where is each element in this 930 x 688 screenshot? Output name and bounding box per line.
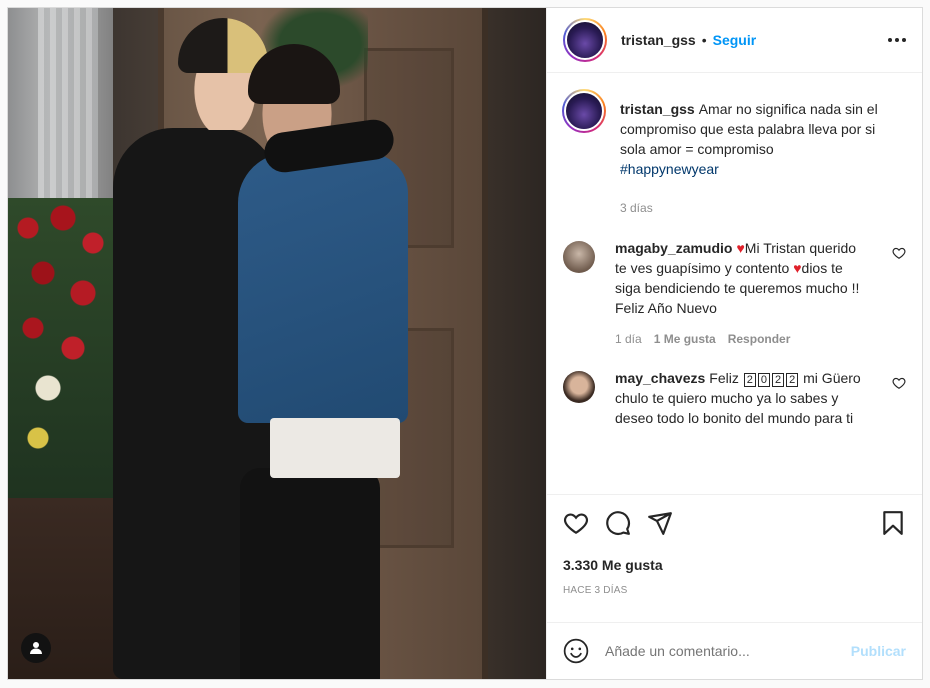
red-heart-emoji-icon: ♥ [736, 240, 745, 256]
share-icon[interactable] [647, 510, 673, 536]
comment-item: may_chavezs Feliz 2022 mi Güero chulo te … [563, 368, 906, 428]
publish-button[interactable]: Publicar [851, 643, 906, 659]
year-digit-box: 2 [743, 373, 756, 387]
photo-woman-legs [240, 468, 380, 679]
emoji-icon[interactable] [563, 638, 589, 664]
like-comment-heart-icon[interactable] [892, 246, 906, 260]
caption-avatar[interactable] [562, 89, 606, 133]
comment-meta: 1 día 1 Me gusta Responder [615, 332, 870, 346]
caption: tristan_gss Amar no significa nada sin el… [562, 89, 906, 215]
comment-icon[interactable] [605, 510, 631, 536]
heart-icon[interactable] [563, 510, 589, 536]
comments-list[interactable]: tristan_gss Amar no significa nada sin el… [547, 73, 922, 494]
more-options-button[interactable] [888, 38, 906, 42]
comment-text: may_chavezs Feliz 2022 mi Güero chulo te … [615, 368, 870, 428]
reply-button[interactable]: Responder [728, 332, 791, 346]
post-photo[interactable] [8, 8, 546, 679]
caption-text: tristan_gss Amar no significa nada sin el… [620, 99, 898, 179]
action-icons [563, 509, 906, 537]
follow-button[interactable]: Seguir [713, 32, 757, 48]
author-avatar[interactable] [563, 18, 607, 62]
commenter-avatar[interactable] [563, 371, 595, 403]
comment-input[interactable] [605, 643, 851, 659]
post-date[interactable]: HACE 3 DÍAS [563, 585, 906, 596]
comment-username[interactable]: may_chavezs [615, 370, 705, 386]
author-username[interactable]: tristan_gss [621, 32, 696, 48]
likes-count[interactable]: 3.330 Me gusta [563, 557, 906, 573]
user-tag-icon [30, 642, 42, 654]
comment-body-a: Feliz [709, 370, 739, 386]
post-header: tristan_gss • Seguir [547, 8, 922, 73]
caption-time[interactable]: 3 días [620, 201, 653, 215]
user-tag-button[interactable] [21, 633, 51, 663]
comment-username[interactable]: magaby_zamudio [615, 240, 732, 256]
caption-meta: 3 días [620, 201, 898, 215]
like-comment-heart-icon[interactable] [892, 376, 906, 390]
year-digit-box: 0 [757, 373, 770, 387]
comment-likes[interactable]: 1 Me gusta [654, 332, 716, 346]
add-comment-bar: Publicar [547, 622, 922, 679]
photo-woman-shirt [270, 418, 400, 478]
header-separator: • [701, 32, 707, 48]
red-heart-emoji-icon: ♥ [793, 260, 802, 276]
commenter-avatar[interactable] [563, 241, 595, 273]
comment-item: magaby_zamudio ♥Mi Tristan querido te ves… [563, 238, 906, 346]
year-digit-box: 2 [772, 373, 785, 387]
hashtag-link[interactable]: #happynewyear [620, 161, 719, 177]
comment-time[interactable]: 1 día [615, 332, 642, 346]
save-icon[interactable] [880, 510, 906, 536]
photo-flowers [8, 198, 118, 498]
post-card: tristan_gss • Seguir tristan_gss Amar no … [7, 7, 923, 680]
more-icon [888, 38, 892, 42]
photo-woman-sweater [238, 153, 408, 423]
post-side-panel: tristan_gss • Seguir tristan_gss Amar no … [546, 8, 922, 679]
year-digit-box: 2 [786, 373, 799, 387]
post-actions: 3.330 Me gusta HACE 3 DÍAS [547, 494, 922, 596]
caption-username[interactable]: tristan_gss [620, 101, 695, 117]
comment-text: magaby_zamudio ♥Mi Tristan querido te ves… [615, 238, 870, 318]
